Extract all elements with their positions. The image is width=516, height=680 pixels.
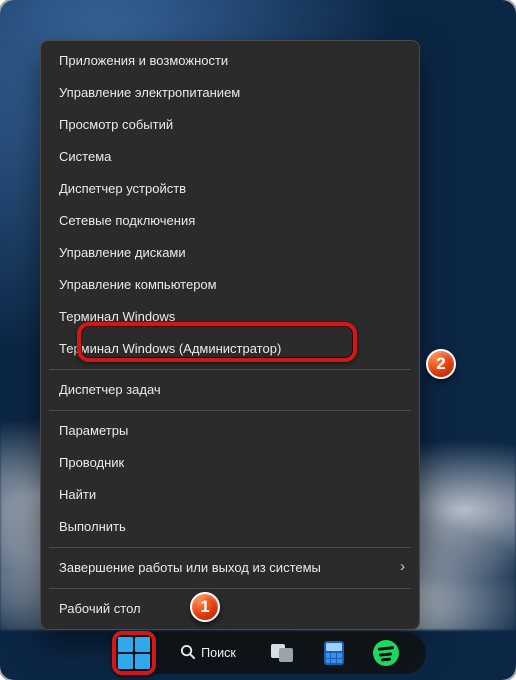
menu-separator [49, 410, 411, 411]
menu-item-computer-management[interactable]: Управление компьютером [41, 269, 419, 301]
menu-item-label: Управление электропитанием [59, 85, 240, 100]
menu-item-label: Найти [59, 487, 96, 502]
menu-separator [49, 547, 411, 548]
menu-separator [49, 369, 411, 370]
search-icon [180, 644, 195, 663]
menu-item-label: Сетевые подключения [59, 213, 195, 228]
taskview-icon [271, 644, 293, 662]
start-button[interactable] [116, 635, 152, 671]
menu-item-label: Рабочий стол [59, 601, 141, 616]
menu-item-network-connections[interactable]: Сетевые подключения [41, 205, 419, 237]
menu-item-label: Параметры [59, 423, 128, 438]
winx-context-menu: Приложения и возможности Управление элек… [40, 40, 420, 630]
menu-item-search[interactable]: Найти [41, 479, 419, 511]
menu-item-event-viewer[interactable]: Просмотр событий [41, 109, 419, 141]
menu-item-windows-terminal[interactable]: Терминал Windows [41, 301, 419, 333]
menu-item-power-options[interactable]: Управление электропитанием [41, 77, 419, 109]
menu-item-label: Терминал Windows [59, 309, 175, 324]
menu-item-label: Управление компьютером [59, 277, 217, 292]
menu-item-label: Диспетчер задач [59, 382, 161, 397]
menu-item-label: Проводник [59, 455, 124, 470]
menu-item-windows-terminal-admin[interactable]: Терминал Windows (Администратор) [45, 333, 415, 365]
menu-item-label: Терминал Windows (Администратор) [59, 341, 281, 356]
spotify-icon [373, 640, 399, 666]
menu-item-run[interactable]: Выполнить [41, 511, 419, 543]
menu-item-system[interactable]: Система [41, 141, 419, 173]
menu-item-label: Управление дисками [59, 245, 186, 260]
menu-item-device-manager[interactable]: Диспетчер устройств [41, 173, 419, 205]
menu-item-task-manager[interactable]: Диспетчер задач [41, 374, 419, 406]
menu-item-label: Просмотр событий [59, 117, 173, 132]
windows-logo-icon [118, 637, 150, 669]
taskbar-taskview[interactable] [264, 635, 300, 671]
menu-separator [49, 588, 411, 589]
menu-item-label: Выполнить [59, 519, 126, 534]
menu-item-apps-features[interactable]: Приложения и возможности [41, 45, 419, 77]
calculator-icon [324, 641, 344, 665]
menu-item-label: Завершение работы или выход из системы [59, 560, 321, 575]
taskbar-app-calculator[interactable] [316, 635, 352, 671]
menu-item-label: Приложения и возможности [59, 53, 228, 68]
menu-item-label: Система [59, 149, 111, 164]
menu-item-disk-management[interactable]: Управление дисками [41, 237, 419, 269]
taskbar-app-spotify[interactable] [368, 635, 404, 671]
taskbar-search[interactable]: Поиск [172, 635, 248, 671]
taskbar: Поиск [0, 626, 516, 680]
menu-item-shutdown-signout[interactable]: Завершение работы или выход из системы [41, 552, 419, 584]
start-button-wrapper [112, 631, 156, 675]
desktop-wallpaper: Приложения и возможности Управление элек… [0, 0, 516, 680]
menu-item-file-explorer[interactable]: Проводник [41, 447, 419, 479]
menu-item-settings[interactable]: Параметры [41, 415, 419, 447]
taskbar-search-label: Поиск [201, 646, 236, 660]
menu-item-label: Диспетчер устройств [59, 181, 186, 196]
menu-item-desktop[interactable]: Рабочий стол [41, 593, 419, 625]
